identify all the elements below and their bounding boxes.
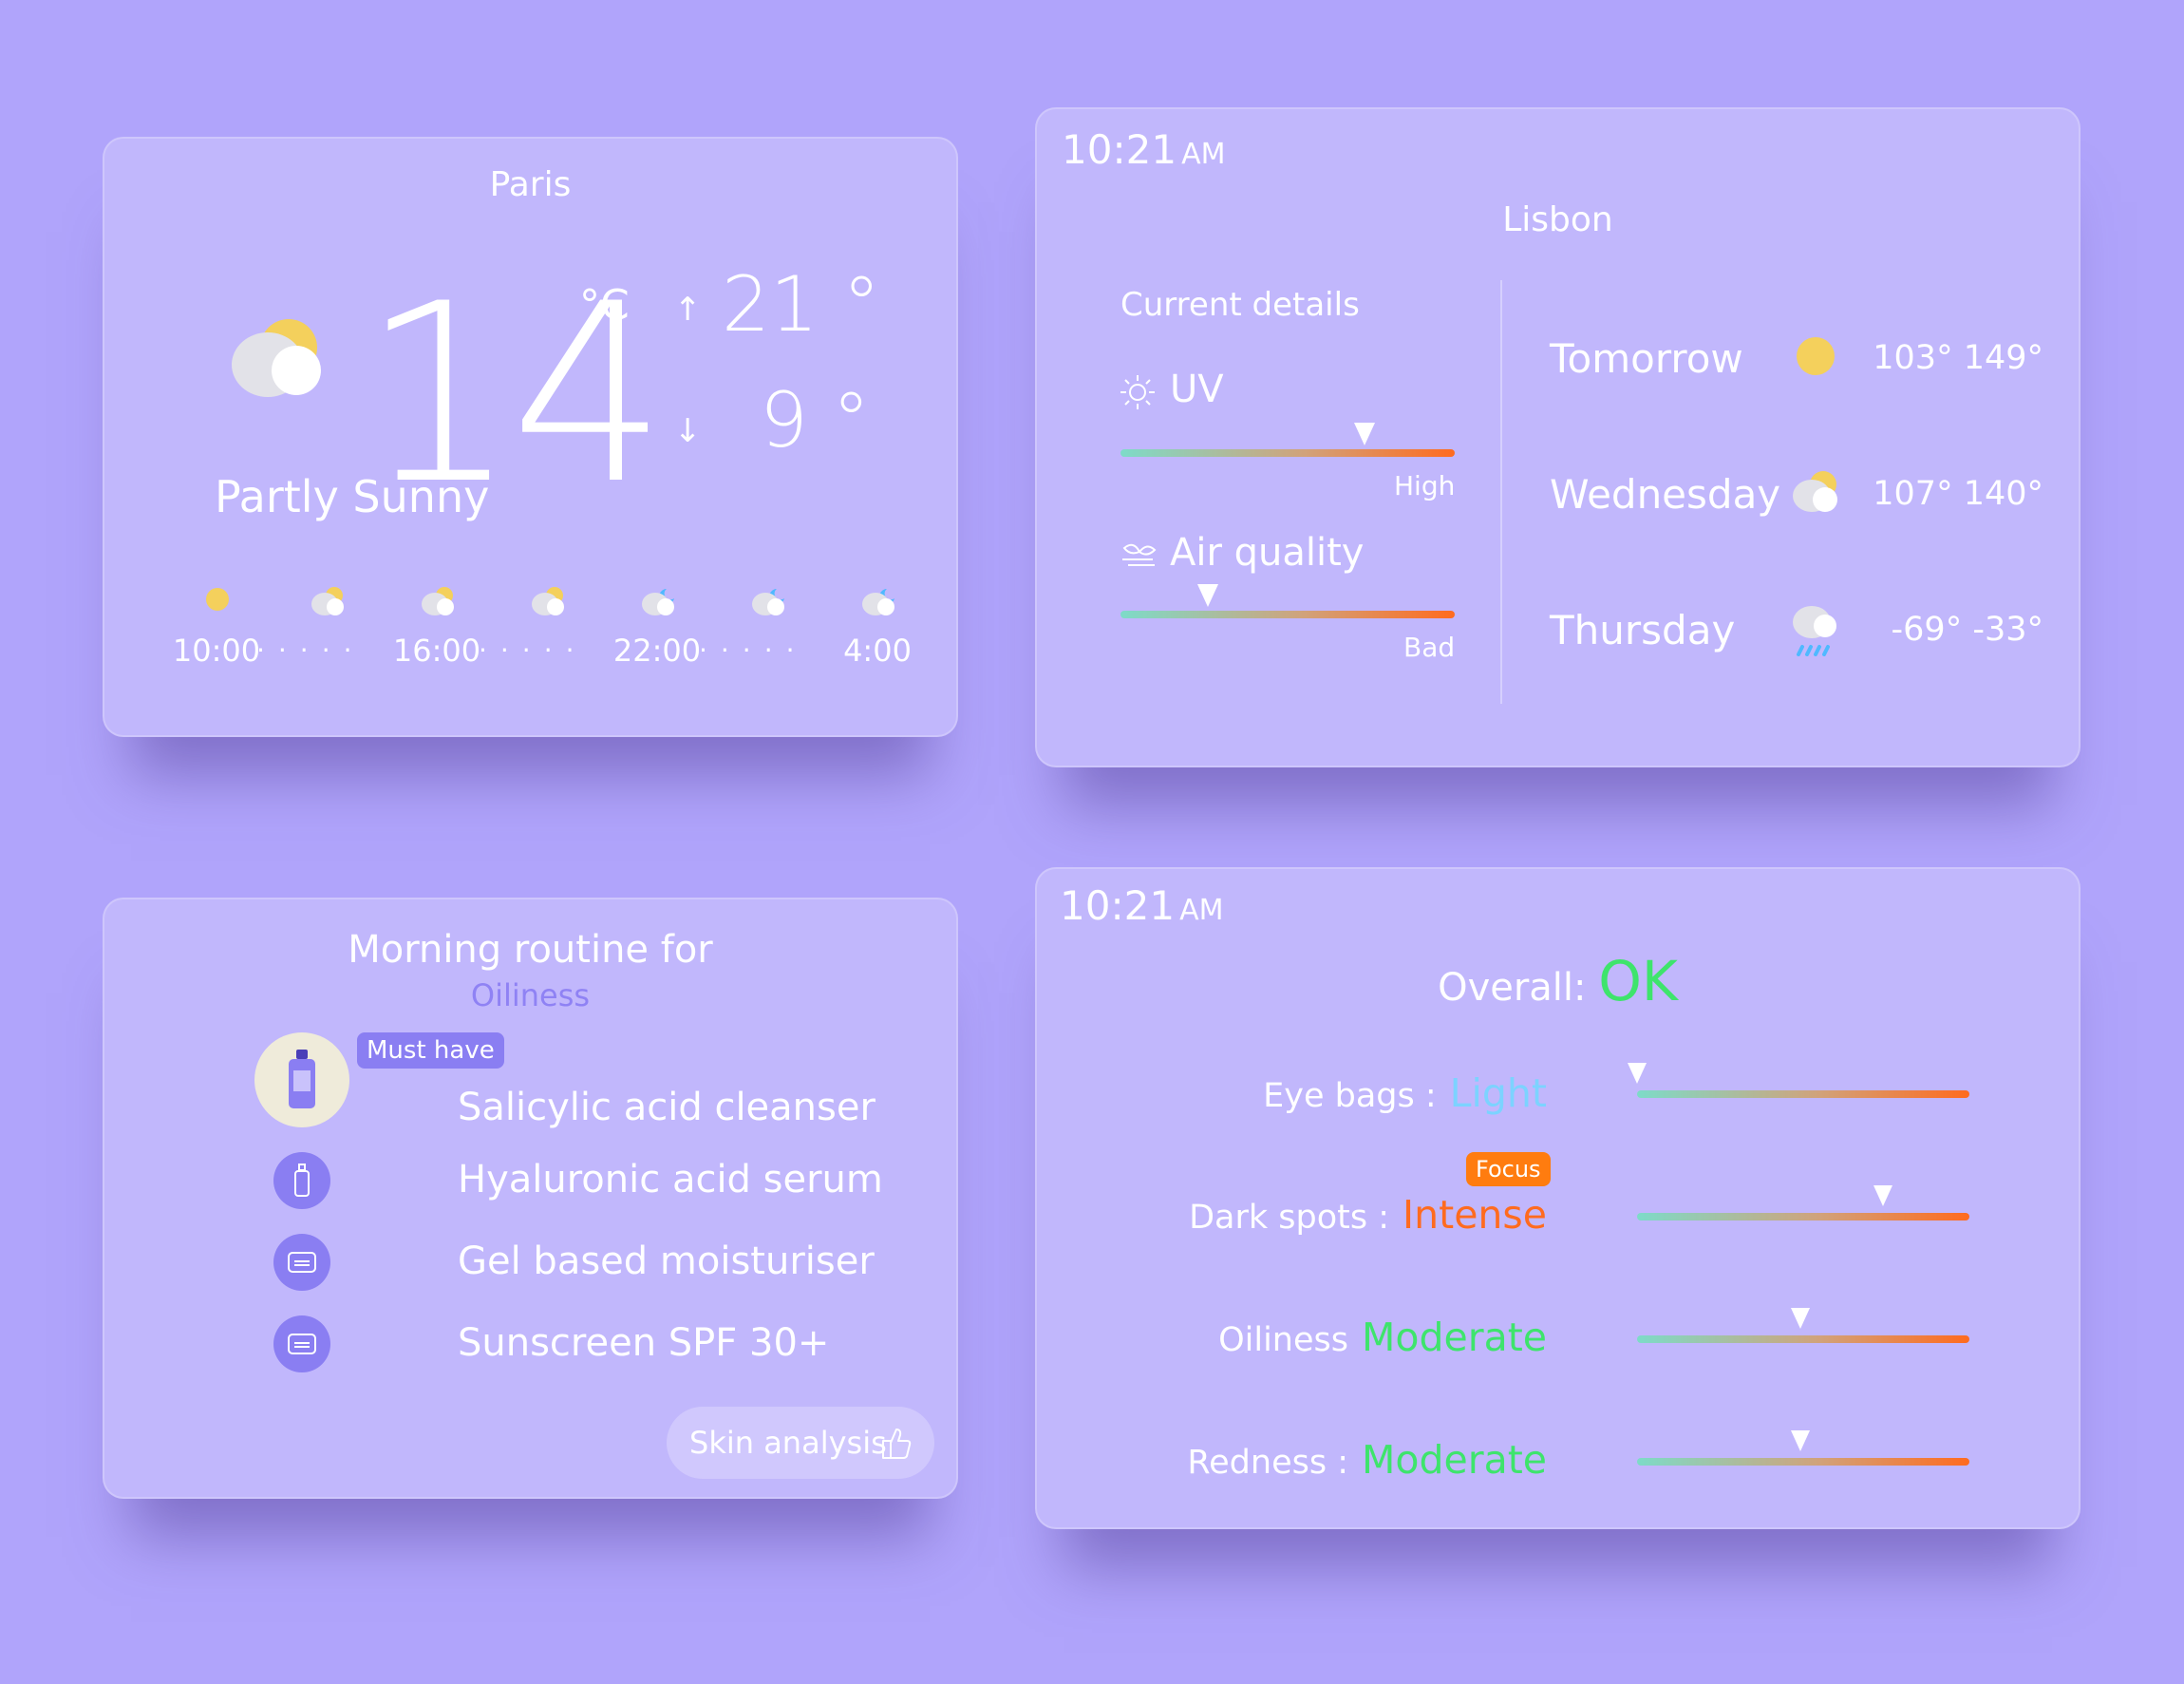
partly-cloudy-day-icon	[532, 587, 564, 615]
partly-cloudy-night-icon	[862, 589, 894, 615]
forecast-temps: 103° 149°	[1873, 339, 2043, 377]
product-icon-circle	[273, 1234, 330, 1291]
city-name: Paris	[489, 165, 572, 204]
partly-sunny-icon	[1793, 471, 1837, 512]
routine-subtitle: Oiliness	[470, 977, 591, 1013]
forecast-temps: 107° 140°	[1873, 475, 2043, 513]
skin-analysis-card: 10:21 AM Overall: OK Focus Eye bags : Lig…	[1035, 867, 2080, 1529]
routine-item-label: Gel based moisturiser	[458, 1239, 875, 1283]
clock: 10:21 AM	[1060, 882, 1224, 929]
clock: 10:21 AM	[1062, 126, 1226, 173]
separator-dots: ·····	[256, 634, 366, 666]
forecast-temps: -69° -33°	[1891, 611, 2043, 649]
metric-row: Redness : Moderate	[1187, 1437, 1547, 1483]
rain-icon	[1793, 606, 1836, 656]
forecast-row: Thursday -69° -33°	[1550, 599, 2043, 666]
metric-scale	[1637, 1213, 1969, 1220]
forecast-row: Tomorrow 103° 149°	[1550, 328, 2043, 394]
product-icon-circle	[273, 1315, 330, 1372]
clock-time: 10:21	[1062, 126, 1177, 173]
condition-text: Partly Sunny	[215, 471, 490, 522]
arrow-down-icon: ↓	[674, 412, 702, 450]
metric-value: Light	[1449, 1070, 1547, 1116]
metric-scale	[1637, 1090, 1969, 1098]
must-have-badge: Must have	[357, 1032, 504, 1069]
routine-title: Morning routine for	[348, 928, 713, 972]
air-quality-level-text: Bad	[1403, 632, 1456, 663]
uv-level-text: High	[1394, 470, 1456, 501]
metric-value: Moderate	[1362, 1315, 1547, 1360]
uv-label: UV	[1170, 368, 1224, 411]
wind-leaf-icon	[1122, 543, 1157, 566]
forecast-row: Wednesday 107° 140°	[1550, 464, 2043, 530]
separator-dots: ·····	[479, 634, 588, 666]
metric-level-marker	[1790, 1308, 1810, 1329]
temperature-unit: °C	[579, 281, 630, 330]
divider	[1500, 280, 1502, 704]
sun-outline-icon	[1120, 375, 1155, 409]
metric-row: Oiliness Moderate	[1218, 1315, 1547, 1360]
jar-icon	[288, 1252, 316, 1273]
partly-sunny-icon	[232, 319, 321, 397]
focus-badge: Focus	[1466, 1152, 1551, 1186]
sun-icon	[206, 588, 229, 611]
clock-ampm: AM	[1181, 138, 1226, 171]
high-temperature: 21 °	[722, 260, 881, 349]
metric-label: Oiliness	[1218, 1321, 1348, 1359]
air-quality-label: Air quality	[1170, 531, 1365, 575]
uv-scale	[1120, 449, 1455, 457]
metric-row: Dark spots : Intense	[1189, 1192, 1547, 1238]
sun-icon	[1797, 337, 1835, 375]
overall-status: Overall: OK	[1037, 949, 2079, 1013]
uv-level-marker	[1353, 423, 1375, 445]
morning-routine-card: Morning routine for Oiliness Must have S…	[103, 898, 958, 1499]
metric-level-marker	[1873, 1185, 1892, 1206]
metric-label: Eye bags :	[1263, 1077, 1437, 1115]
metric-row: Eye bags : Light	[1263, 1070, 1547, 1116]
clock-time: 10:21	[1060, 882, 1176, 929]
routine-item-label: Sunscreen SPF 30+	[458, 1321, 830, 1365]
city-name: Lisbon	[1502, 200, 1613, 239]
lisbon-weather-card: 10:21 AM Lisbon Current details UV High …	[1035, 107, 2080, 767]
air-quality-scale	[1120, 611, 1455, 618]
metric-level-marker	[1790, 1430, 1810, 1451]
product-icon-circle	[273, 1152, 330, 1209]
forecast-day: Wednesday	[1550, 471, 1781, 518]
metric-value: Moderate	[1362, 1437, 1547, 1483]
metric-scale	[1637, 1335, 1969, 1343]
separator-dots: ·····	[699, 634, 808, 666]
cleanser-bottle-icon	[289, 1050, 315, 1108]
metric-label: Dark spots :	[1189, 1199, 1390, 1237]
metric-level-marker	[1628, 1063, 1647, 1084]
metric-scale	[1637, 1458, 1969, 1466]
low-temperature: 9 °	[760, 376, 871, 464]
hour-label: 16:00	[392, 633, 481, 669]
metric-label: Redness :	[1187, 1444, 1348, 1482]
routine-item-label: Hyaluronic acid serum	[458, 1158, 883, 1202]
partly-cloudy-night-icon	[642, 589, 674, 615]
thumbs-up-icon	[882, 1429, 912, 1459]
metric-value: Intense	[1403, 1192, 1547, 1238]
hour-label: 10:00	[172, 633, 261, 669]
clock-ampm: AM	[1179, 894, 1224, 927]
partly-cloudy-day-icon	[422, 587, 454, 615]
forecast-day: Thursday	[1550, 607, 1736, 653]
overall-label: Overall:	[1438, 966, 1587, 1010]
air-quality-level-marker	[1196, 584, 1218, 607]
current-details-heading: Current details	[1120, 286, 1360, 324]
partly-cloudy-day-icon	[311, 587, 344, 615]
hour-label: 22:00	[612, 633, 702, 669]
partly-cloudy-night-icon	[752, 589, 784, 615]
skin-analysis-label: Skin analysis	[689, 1425, 887, 1461]
paris-weather-card: Paris 14 °C ↑ 21 ° ↓ 9 ° Partly Sunny 10…	[103, 137, 958, 737]
serum-bottle-icon	[294, 1164, 310, 1197]
skin-analysis-button[interactable]: Skin analysis	[667, 1407, 934, 1479]
routine-item-label: Salicylic acid cleanser	[458, 1086, 875, 1129]
hour-label: 4:00	[843, 633, 912, 669]
jar-icon	[288, 1334, 316, 1354]
forecast-day: Tomorrow	[1550, 335, 1743, 382]
arrow-up-icon: ↑	[674, 291, 702, 329]
product-thumb	[254, 1032, 349, 1127]
overall-value: OK	[1598, 949, 1678, 1013]
